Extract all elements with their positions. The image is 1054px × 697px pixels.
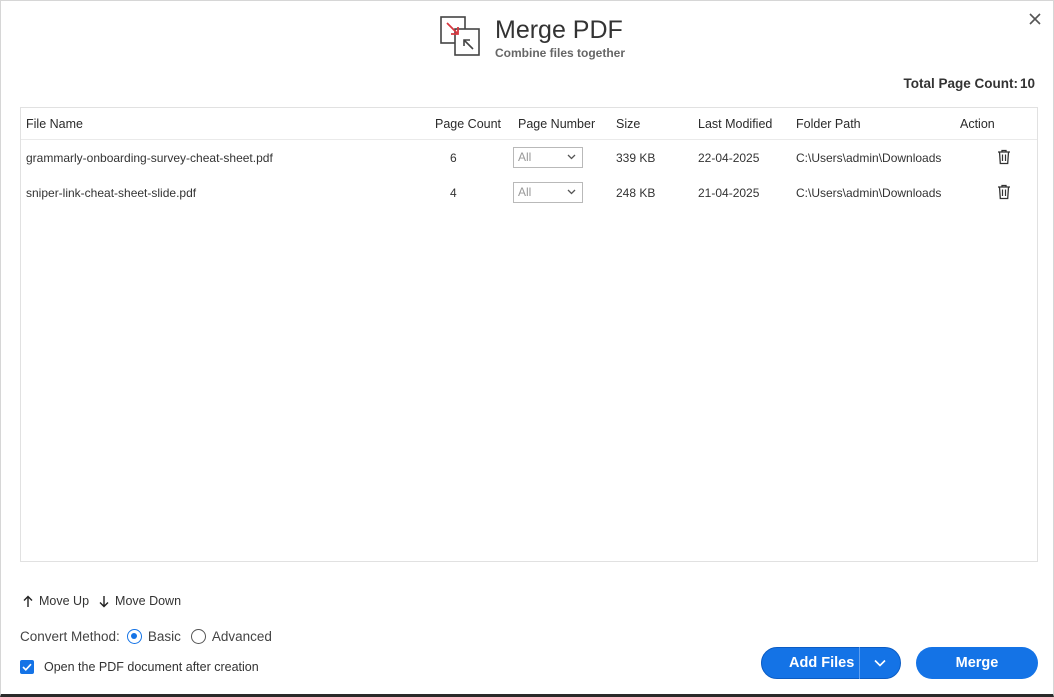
open-after-creation-checkbox[interactable] bbox=[20, 660, 34, 674]
size-cell: 248 KB bbox=[616, 186, 656, 200]
file-table: File Name Page Count Page Number Size La… bbox=[20, 107, 1038, 562]
folder-path-cell: C:\Users\admin\Downloads bbox=[796, 186, 942, 200]
move-controls: Move Up Move Down bbox=[23, 594, 191, 608]
checkmark-icon bbox=[22, 663, 32, 671]
trash-icon[interactable] bbox=[997, 184, 1011, 200]
move-up-button[interactable]: Move Up bbox=[23, 594, 89, 608]
size-cell: 339 KB bbox=[616, 151, 656, 165]
add-files-button[interactable]: Add Files bbox=[761, 647, 901, 679]
total-page-count-value: 10 bbox=[1019, 76, 1035, 91]
convert-method-label: Convert Method: bbox=[20, 629, 120, 644]
page-number-value: All bbox=[518, 150, 532, 164]
merge-pdf-dialog: Merge PDF Combine files together Total P… bbox=[0, 0, 1054, 697]
last-modified-cell: 22-04-2025 bbox=[698, 151, 760, 165]
radio-advanced-label[interactable]: Advanced bbox=[212, 629, 272, 644]
chevron-down-icon bbox=[874, 659, 886, 667]
file-name-cell: grammarly-onboarding-survey-cheat-sheet.… bbox=[26, 151, 273, 165]
col-header-folder-path[interactable]: Folder Path bbox=[796, 117, 861, 131]
col-header-file-name[interactable]: File Name bbox=[26, 117, 83, 131]
radio-advanced[interactable] bbox=[190, 629, 206, 644]
radio-basic[interactable] bbox=[126, 629, 142, 644]
dialog-header: Merge PDF Combine files together bbox=[439, 15, 625, 60]
col-header-size[interactable]: Size bbox=[616, 117, 640, 131]
chevron-down-icon bbox=[567, 189, 576, 195]
total-page-count: Total Page Count: 10 bbox=[903, 76, 1035, 91]
radio-basic-label[interactable]: Basic bbox=[148, 629, 181, 644]
table-header: File Name Page Count Page Number Size La… bbox=[21, 108, 1037, 140]
merge-pdf-icon bbox=[440, 16, 480, 56]
convert-method: Convert Method: Basic Advanced bbox=[20, 629, 276, 644]
col-header-last-modified[interactable]: Last Modified bbox=[698, 117, 772, 131]
total-page-count-label: Total Page Count: bbox=[903, 76, 1018, 91]
col-header-page-number[interactable]: Page Number bbox=[518, 117, 595, 131]
arrow-up-icon bbox=[23, 595, 33, 607]
chevron-down-icon bbox=[567, 154, 576, 160]
page-number-value: All bbox=[518, 185, 532, 199]
page-number-select[interactable]: All bbox=[513, 182, 583, 203]
open-after-creation-label[interactable]: Open the PDF document after creation bbox=[44, 660, 259, 674]
dialog-title: Merge PDF bbox=[495, 16, 623, 44]
page-count-cell: 6 bbox=[450, 151, 457, 165]
move-down-button[interactable]: Move Down bbox=[99, 594, 181, 608]
add-files-label[interactable]: Add Files bbox=[762, 655, 859, 671]
col-header-page-count[interactable]: Page Count bbox=[435, 117, 501, 131]
dialog-subtitle: Combine files together bbox=[495, 46, 626, 60]
page-count-cell: 4 bbox=[450, 186, 457, 200]
table-row[interactable]: grammarly-onboarding-survey-cheat-sheet.… bbox=[21, 140, 1037, 174]
close-icon[interactable] bbox=[1025, 9, 1045, 29]
last-modified-cell: 21-04-2025 bbox=[698, 186, 760, 200]
arrow-down-icon bbox=[99, 595, 109, 607]
move-down-label: Move Down bbox=[115, 594, 182, 608]
folder-path-cell: C:\Users\admin\Downloads bbox=[796, 151, 942, 165]
file-name-cell: sniper-link-cheat-sheet-slide.pdf bbox=[26, 186, 197, 200]
trash-icon[interactable] bbox=[997, 149, 1011, 165]
table-row[interactable]: sniper-link-cheat-sheet-slide.pdf 4 All … bbox=[21, 175, 1037, 209]
move-up-label: Move Up bbox=[39, 594, 90, 608]
merge-button[interactable]: Merge bbox=[916, 647, 1038, 679]
add-files-dropdown[interactable] bbox=[860, 659, 900, 667]
page-number-select[interactable]: All bbox=[513, 147, 583, 168]
open-after-creation: Open the PDF document after creation bbox=[20, 660, 259, 674]
col-header-action: Action bbox=[960, 117, 995, 131]
